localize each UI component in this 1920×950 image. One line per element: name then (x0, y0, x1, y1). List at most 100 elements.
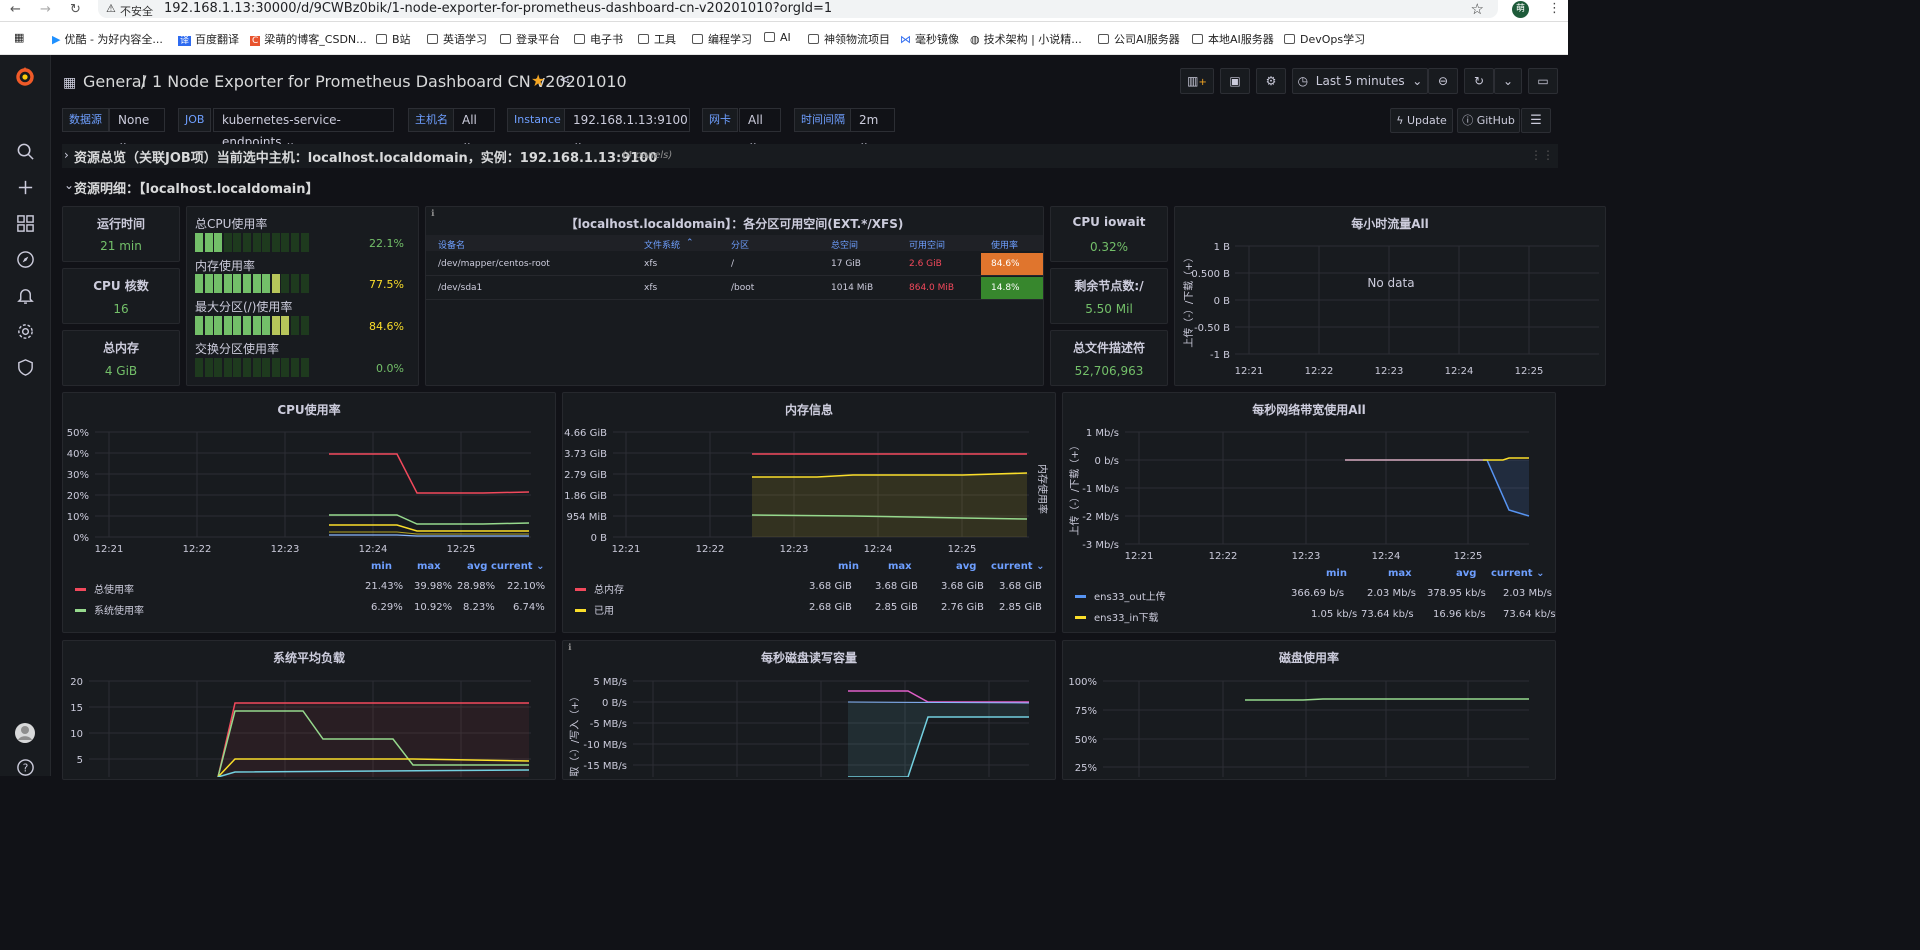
col-usage[interactable]: 使用率 (991, 238, 1018, 251)
bookmark-programming[interactable]: 编程学习 (692, 31, 752, 47)
refresh-button[interactable]: ↻ (1464, 68, 1494, 94)
grafana-logo-icon[interactable] (13, 65, 37, 89)
refresh-interval-dropdown[interactable]: ⌄ (1494, 68, 1522, 94)
legend-col-avg[interactable]: avg (956, 561, 976, 572)
star-icon[interactable]: ★ (531, 71, 545, 90)
system-load-panel[interactable]: 系统平均负载 20 15 10 5 (62, 640, 556, 780)
bookmark-logistics[interactable]: 神领物流项目 (808, 31, 890, 47)
var-select-datasource[interactable]: None ⌄ (109, 108, 165, 149)
breadcrumb-folder[interactable]: General (83, 72, 146, 91)
legend-item[interactable]: ens33_out上传 366.69 b/s 2.03 Mb/s 378.95 kb… (1075, 588, 1552, 603)
user-avatar-icon[interactable] (14, 722, 36, 744)
legend-col-max[interactable]: max (417, 561, 441, 572)
bookmark-local-ai[interactable]: 本地AI服务器 (1192, 31, 1274, 47)
stat-iowait[interactable]: CPU iowait 0.32% (1050, 206, 1168, 262)
memory-panel[interactable]: 内存信息 4.66 GiB 3.73 GiB 2.79 GiB 1.86 GiB… (562, 392, 1056, 633)
col-free[interactable]: 可用空间 (909, 238, 945, 251)
legend-col-current[interactable]: current ⌄ (991, 561, 1044, 572)
github-link[interactable]: ⓘ GitHub (1457, 108, 1520, 133)
disk-io-panel[interactable]: ℹ 每秒磁盘读写容量 5 MB/s 0 B/s -5 MB/s -10 MB/s… (562, 640, 1056, 780)
time-picker[interactable]: ◷ Last 5 minutes ⌄ (1292, 68, 1428, 94)
row-details[interactable]: ⌄ 资源明细：【localhost.localdomain】 (62, 176, 362, 197)
dashboard-title[interactable]: 1 Node Exporter for Prometheus Dashboard… (152, 72, 627, 91)
forward-icon[interactable]: → (40, 2, 51, 17)
y-tick: -2 Mb/s (1082, 512, 1119, 523)
legend-col-max[interactable]: max (888, 561, 912, 572)
table-row[interactable]: /dev/sda1 xfs /boot 1014 MiB 864.0 MiB 1… (426, 276, 1043, 300)
save-button[interactable]: ▣ (1220, 68, 1250, 94)
legend-col-avg[interactable]: avg (467, 561, 487, 572)
legend-col-current[interactable]: current ⌄ (491, 561, 544, 572)
col-device[interactable]: 设备名 (438, 238, 465, 251)
bookmark-company-ai[interactable]: 公司AI服务器 (1098, 31, 1180, 47)
bookmark-youku[interactable]: ▶ 优酷 - 为好内容全... (52, 31, 163, 47)
var-select-instance[interactable]: 192.168.1.13:9100 ⌄ (564, 108, 690, 149)
settings-button[interactable]: ⚙ (1256, 68, 1286, 94)
bookmark-tools[interactable]: 工具 (638, 31, 676, 47)
explore-icon[interactable] (16, 250, 35, 269)
help-icon[interactable]: ? (16, 758, 35, 777)
bookmark-devops[interactable]: DevOps学习 (1284, 31, 1365, 47)
bookmark-english[interactable]: 英语学习 (427, 31, 487, 47)
back-icon[interactable]: ← (10, 2, 21, 17)
cpu-usage-panel[interactable]: CPU使用率 50% 40% 30% 20% 10% 0% 12:21 12:2… (62, 392, 556, 633)
bookmark-mirror[interactable]: ⋈ 毫秒镜像 (900, 31, 959, 47)
stat-file-descriptors[interactable]: 总文件描述符 52,706,963 (1050, 330, 1168, 386)
address-bar[interactable]: ⚠ 不安全 192.168.1.13:30000/d/9CWBz0bik/1-n… (98, 0, 1498, 18)
profile-avatar[interactable]: 萌 (1512, 1, 1529, 18)
menu-icon[interactable]: ⋮ (1548, 1, 1561, 16)
legend-col-max[interactable]: max (1388, 568, 1412, 579)
bookmark-login[interactable]: 登录平台 (500, 31, 560, 47)
dashboards-icon[interactable] (16, 214, 35, 233)
disk-usage-panel[interactable]: 磁盘使用率 100% 75% 50% 25% (1062, 640, 1556, 780)
var-select-interval[interactable]: 2m ⌄ (850, 108, 895, 149)
legend-item[interactable]: 已用 2.68 GiB 2.85 GiB 2.76 GiB 2.85 GiB (575, 602, 1045, 617)
bell-icon[interactable] (16, 286, 35, 305)
bookmark-ebook[interactable]: 电子书 (574, 31, 623, 47)
bar-gauge-panel[interactable]: 总CPU使用率 22.1% 内存使用率 77.5% 最大分区(/)使用率 84.… (186, 206, 419, 386)
bookmark-bilibili[interactable]: B站 (376, 31, 411, 47)
legend-item[interactable]: 总内存 3.68 GiB 3.68 GiB 3.68 GiB 3.68 GiB (575, 581, 1045, 596)
apps-icon[interactable]: ▦ (14, 31, 24, 44)
shield-icon[interactable] (16, 358, 35, 377)
bookmark-architecture[interactable]: ◍ 技术架构 | 小说精... (970, 31, 1082, 47)
add-panel-button[interactable]: ▥+ (1180, 68, 1214, 94)
legend-item[interactable]: 总使用率 21.43% 39.98% 28.98% 22.10% (75, 581, 545, 596)
stat-total-memory[interactable]: 总内存 4 GiB (62, 330, 180, 386)
bookmark-csdn[interactable]: C 梁萌的博客_CSDN... (250, 31, 367, 47)
drag-handle-icon[interactable]: ⋮⋮ (1530, 148, 1554, 162)
plus-icon[interactable] (16, 178, 35, 197)
legend-col-min[interactable]: min (838, 561, 859, 572)
legend-item[interactable]: 系统使用率 6.29% 10.92% 8.23% 6.74% (75, 602, 545, 617)
col-total[interactable]: 总空间 (831, 238, 858, 251)
bookmark-baidu-translate[interactable]: 译百度翻译 (178, 31, 239, 47)
stat-uptime[interactable]: 运行时间 21 min (62, 206, 180, 262)
var-select-nic[interactable]: All ⌄ (739, 108, 781, 149)
search-icon[interactable] (16, 142, 35, 161)
legend-col-current[interactable]: current ⌄ (1491, 568, 1544, 579)
legend-col-avg[interactable]: avg (1456, 568, 1476, 579)
gear-icon[interactable] (16, 322, 35, 341)
partitions-table-panel[interactable]: ℹ 【localhost.localdomain】：各分区可用空间(EXT.*/… (425, 206, 1044, 386)
col-fs[interactable]: 文件系统 (644, 238, 680, 251)
row-overview[interactable]: › 资源总览（关联JOB项）当前选中主机：localhost.localdoma… (62, 144, 1558, 168)
stat-free-inodes[interactable]: 剩余节点数:/ 5.50 Mil (1050, 268, 1168, 324)
legend-col-min[interactable]: min (1326, 568, 1347, 579)
table-row[interactable]: /dev/mapper/centos-root xfs / 17 GiB 2.6… (426, 252, 1043, 276)
zoom-out-button[interactable]: ⊖ (1428, 68, 1458, 94)
bookmark-ai[interactable]: AI (764, 31, 791, 44)
share-icon[interactable]: ⋖ (559, 72, 571, 88)
var-select-job[interactable]: kubernetes-service-endpoints ⌄ (213, 108, 394, 149)
legend-col-min[interactable]: min (371, 561, 392, 572)
hourly-traffic-panel[interactable]: 每小时流量All 1 B 0.500 B 0 B -0.50 B -1 B 12… (1174, 206, 1606, 386)
network-bandwidth-panel[interactable]: 每秒网络带宽使用All 1 Mb/s 0 b/s -1 Mb/s -2 Mb/s… (1062, 392, 1556, 633)
col-mount[interactable]: 分区 (731, 238, 749, 251)
stat-cpu-cores[interactable]: CPU 核数 16 (62, 268, 180, 324)
bookmark-star-icon[interactable]: ☆ (1471, 0, 1484, 18)
reload-icon[interactable]: ↻ (70, 2, 81, 17)
var-select-hostname[interactable]: All ⌄ (453, 108, 495, 149)
legend-item[interactable]: ens33_in下载 1.05 kb/s 73.64 kb/s 16.96 kb/s… (1075, 609, 1556, 624)
tv-mode-button[interactable]: ▭ (1528, 68, 1558, 94)
update-link[interactable]: ϟ Update (1390, 108, 1453, 133)
links-menu-button[interactable]: ☰ (1521, 108, 1551, 133)
